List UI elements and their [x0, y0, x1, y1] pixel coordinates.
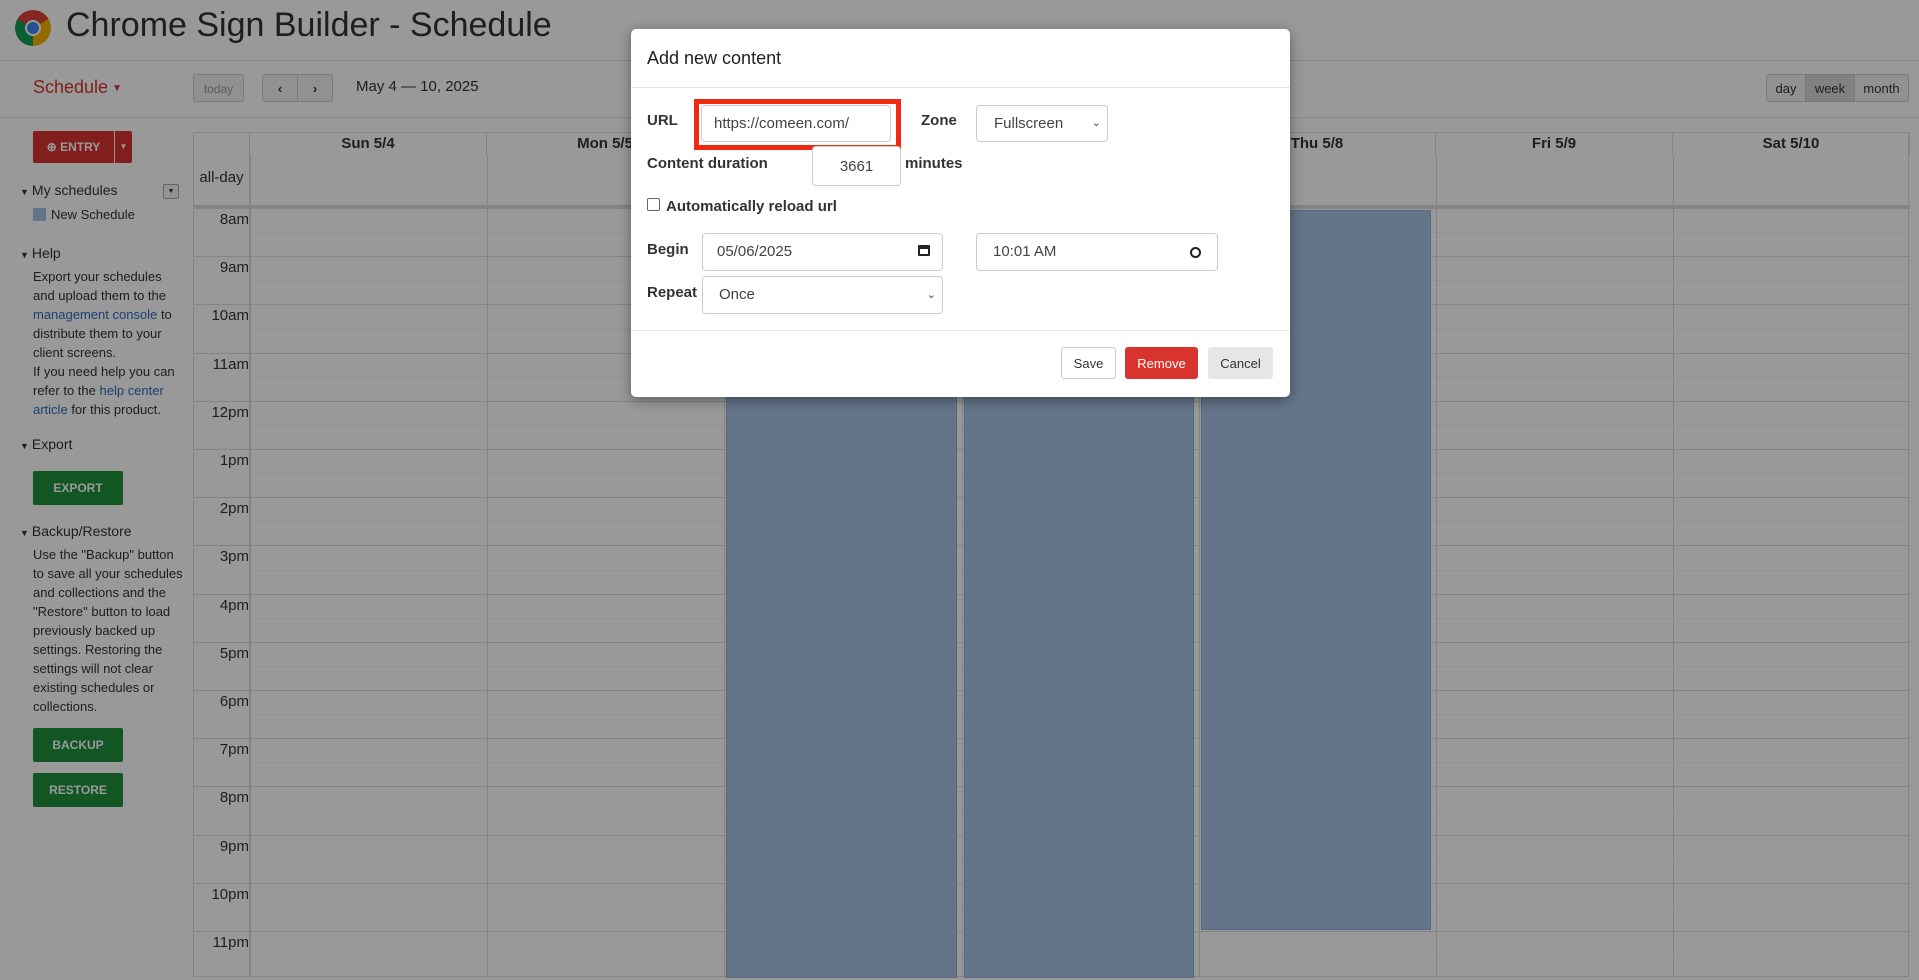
url-input[interactable]: [701, 105, 891, 142]
add-content-dialog: Add new content URL Zone Fullscreen ⌄ Co…: [631, 29, 1290, 397]
zone-select[interactable]: Fullscreen ⌄: [976, 105, 1108, 142]
repeat-value: Once: [719, 286, 755, 303]
begin-label: Begin: [647, 241, 689, 258]
begin-time-input[interactable]: 10:01 AM: [976, 233, 1218, 271]
dialog-header-divider: [631, 87, 1290, 88]
save-button[interactable]: Save: [1061, 347, 1116, 379]
duration-label: Content duration: [647, 155, 768, 172]
repeat-label: Repeat: [647, 284, 698, 301]
chevron-down-icon: ⌄: [926, 289, 936, 301]
begin-date-input[interactable]: 05/06/2025: [702, 233, 943, 271]
reload-checkbox[interactable]: [647, 198, 660, 211]
url-label: URL: [647, 112, 678, 129]
begin-time-value: 10:01 AM: [993, 243, 1057, 260]
clock-icon[interactable]: [1190, 247, 1201, 258]
dialog-title: Add new content: [647, 48, 782, 68]
dialog-footer-divider: [631, 330, 1290, 331]
zone-value: Fullscreen: [994, 115, 1064, 132]
cancel-button[interactable]: Cancel: [1208, 347, 1273, 379]
begin-date-value: 05/06/2025: [717, 243, 793, 260]
calendar-icon[interactable]: [918, 245, 930, 256]
reload-label: Automatically reload url: [666, 198, 837, 215]
chevron-down-icon: ⌄: [1091, 117, 1101, 129]
duration-unit: minutes: [905, 155, 963, 172]
duration-input[interactable]: [812, 146, 901, 186]
remove-button[interactable]: Remove: [1125, 347, 1198, 379]
repeat-select[interactable]: Once ⌄: [702, 276, 943, 314]
zone-label: Zone: [921, 112, 957, 129]
